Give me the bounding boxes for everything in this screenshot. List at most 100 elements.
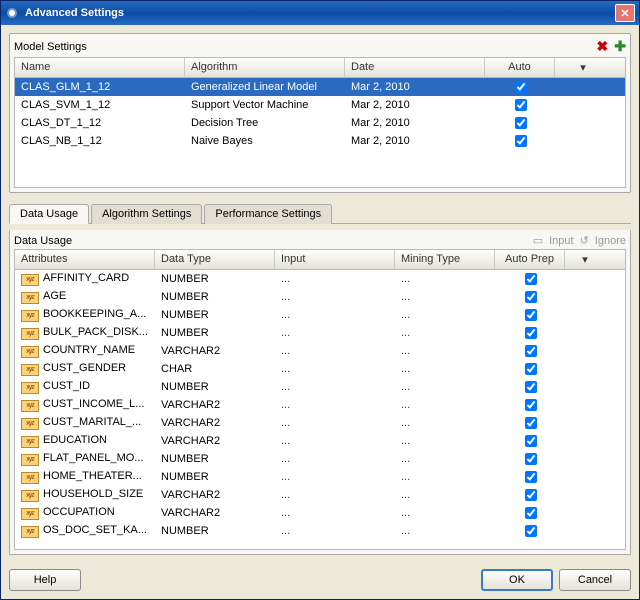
input-tool-label: Input — [549, 235, 573, 247]
cell-attribute: xyzCUST_ID — [15, 379, 155, 395]
cell-algorithm: Support Vector Machine — [185, 98, 345, 112]
cell-input: ... — [275, 308, 395, 322]
col-menu-button[interactable]: ▾ — [565, 250, 605, 269]
auto-checkbox[interactable] — [515, 135, 527, 147]
cell-mining-type: ... — [395, 434, 495, 448]
col-mining-type[interactable]: Mining Type — [395, 250, 495, 269]
tab-data-usage[interactable]: Data Usage — [9, 204, 89, 224]
auto-checkbox[interactable] — [515, 117, 527, 129]
cell-auto-prep — [495, 359, 565, 379]
cell-mining-type: ... — [395, 488, 495, 502]
cell-input: ... — [275, 470, 395, 484]
table-row[interactable]: xyzBULK_PACK_DISK...NUMBER...... — [15, 324, 625, 342]
table-row[interactable]: CLAS_NB_1_12Naive BayesMar 2, 2010 — [15, 132, 625, 150]
cell-auto-prep — [495, 449, 565, 469]
cell-name: CLAS_SVM_1_12 — [15, 98, 185, 112]
cell-auto-prep — [495, 377, 565, 397]
attribute-icon: xyz — [21, 382, 39, 394]
data-usage-header: Attributes Data Type Input Mining Type A… — [15, 250, 625, 270]
table-row[interactable]: xyzOCCUPATIONVARCHAR2...... — [15, 504, 625, 522]
cell-mining-type: ... — [395, 380, 495, 394]
model-settings-title: Model Settings — [14, 41, 87, 53]
table-row[interactable]: xyzOS_DOC_SET_KA...NUMBER...... — [15, 522, 625, 540]
window-close-button[interactable]: ✕ — [615, 4, 635, 22]
advanced-settings-window: Advanced Settings ✕ Model Settings ✖ ✚ N… — [0, 0, 640, 600]
attribute-icon: xyz — [21, 400, 39, 412]
cell-attribute: xyzOCCUPATION — [15, 505, 155, 521]
table-row[interactable]: CLAS_DT_1_12Decision TreeMar 2, 2010 — [15, 114, 625, 132]
col-date[interactable]: Date — [345, 58, 485, 77]
cell-data-type: NUMBER — [155, 470, 275, 484]
cell-input: ... — [275, 380, 395, 394]
auto-prep-checkbox[interactable] — [525, 525, 537, 537]
tab-performance-settings[interactable]: Performance Settings — [204, 204, 332, 224]
auto-checkbox[interactable] — [515, 81, 527, 93]
col-attributes[interactable]: Attributes — [15, 250, 155, 269]
cell-attribute: xyzBOOKKEEPING_A... — [15, 307, 155, 323]
table-row[interactable]: xyzFLAT_PANEL_MO...NUMBER...... — [15, 450, 625, 468]
attribute-icon: xyz — [21, 364, 39, 376]
table-row[interactable]: xyzAFFINITY_CARDNUMBER...... — [15, 270, 625, 288]
attribute-icon: xyz — [21, 274, 39, 286]
cell-input: ... — [275, 488, 395, 502]
cell-auto — [485, 113, 555, 133]
col-algorithm[interactable]: Algorithm — [185, 58, 345, 77]
col-data-type[interactable]: Data Type — [155, 250, 275, 269]
app-icon — [5, 6, 19, 20]
table-row[interactable]: xyzEDUCATIONVARCHAR2...... — [15, 432, 625, 450]
auto-checkbox[interactable] — [515, 99, 527, 111]
cell-mining-type: ... — [395, 272, 495, 286]
auto-prep-checkbox[interactable] — [525, 399, 537, 411]
auto-prep-checkbox[interactable] — [525, 507, 537, 519]
auto-prep-checkbox[interactable] — [525, 435, 537, 447]
table-row[interactable]: xyzHOME_THEATER...NUMBER...... — [15, 468, 625, 486]
auto-prep-checkbox[interactable] — [525, 273, 537, 285]
delete-model-button[interactable]: ✖ — [597, 38, 609, 55]
auto-prep-checkbox[interactable] — [525, 309, 537, 321]
cell-mining-type: ... — [395, 470, 495, 484]
col-auto-prep[interactable]: Auto Prep — [495, 250, 565, 269]
cell-mining-type: ... — [395, 524, 495, 538]
col-name[interactable]: Name — [15, 58, 185, 77]
cell-auto-prep — [495, 521, 565, 541]
col-menu-button[interactable]: ▾ — [555, 58, 611, 77]
auto-prep-checkbox[interactable] — [525, 327, 537, 339]
table-row[interactable]: xyzHOUSEHOLD_SIZEVARCHAR2...... — [15, 486, 625, 504]
cancel-button[interactable]: Cancel — [559, 569, 631, 591]
table-row[interactable]: xyzCUST_GENDERCHAR...... — [15, 360, 625, 378]
cell-mining-type: ... — [395, 506, 495, 520]
auto-prep-checkbox[interactable] — [525, 345, 537, 357]
table-row[interactable]: xyzCUST_MARITAL_...VARCHAR2...... — [15, 414, 625, 432]
auto-prep-checkbox[interactable] — [525, 417, 537, 429]
auto-prep-checkbox[interactable] — [525, 291, 537, 303]
cell-date: Mar 2, 2010 — [345, 80, 485, 94]
add-model-button[interactable]: ✚ — [614, 38, 626, 55]
table-row[interactable]: xyzBOOKKEEPING_A...NUMBER...... — [15, 306, 625, 324]
tab-algorithm-settings[interactable]: Algorithm Settings — [91, 204, 202, 224]
col-auto[interactable]: Auto — [485, 58, 555, 77]
table-row[interactable]: CLAS_GLM_1_12Generalized Linear ModelMar… — [15, 78, 625, 96]
auto-prep-checkbox[interactable] — [525, 453, 537, 465]
data-usage-panel: Data Usage ▭ Input ↺ Ignore Attributes D… — [9, 230, 631, 555]
cell-mining-type: ... — [395, 290, 495, 304]
table-row[interactable]: xyzCUST_INCOME_L...VARCHAR2...... — [15, 396, 625, 414]
window-title: Advanced Settings — [25, 7, 124, 19]
auto-prep-checkbox[interactable] — [525, 489, 537, 501]
cell-auto-prep — [495, 305, 565, 325]
attribute-icon: xyz — [21, 472, 39, 484]
col-input[interactable]: Input — [275, 250, 395, 269]
cell-mining-type: ... — [395, 326, 495, 340]
attribute-icon: xyz — [21, 436, 39, 448]
cell-attribute: xyzCUST_GENDER — [15, 361, 155, 377]
table-row[interactable]: CLAS_SVM_1_12Support Vector MachineMar 2… — [15, 96, 625, 114]
table-row[interactable]: xyzCOUNTRY_NAMEVARCHAR2...... — [15, 342, 625, 360]
ok-button[interactable]: OK — [481, 569, 553, 591]
auto-prep-checkbox[interactable] — [525, 471, 537, 483]
cell-name: CLAS_NB_1_12 — [15, 134, 185, 148]
ignore-tool-label: Ignore — [595, 235, 626, 247]
auto-prep-checkbox[interactable] — [525, 381, 537, 393]
auto-prep-checkbox[interactable] — [525, 363, 537, 375]
help-button[interactable]: Help — [9, 569, 81, 591]
table-row[interactable]: xyzAGENUMBER...... — [15, 288, 625, 306]
table-row[interactable]: xyzCUST_IDNUMBER...... — [15, 378, 625, 396]
